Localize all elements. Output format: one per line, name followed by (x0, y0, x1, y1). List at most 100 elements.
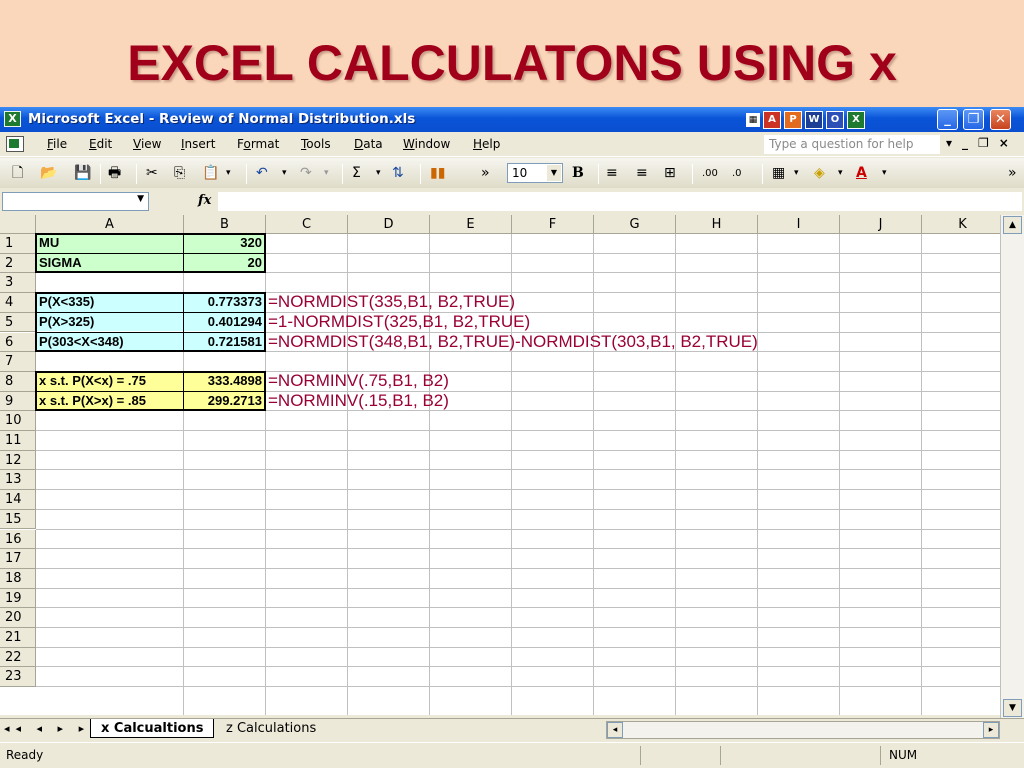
name-box[interactable]: ▼ (2, 192, 149, 211)
column-header-c[interactable]: C (266, 215, 348, 234)
minimize-button[interactable]: _ (937, 109, 958, 130)
align-left-icon[interactable]: ≡ (606, 165, 618, 182)
menu-item-window[interactable]: Window (396, 137, 457, 151)
tab-x-calculations[interactable]: x Calcualtions (90, 719, 215, 738)
font-size-dropdown-icon[interactable]: ▼ (547, 165, 561, 181)
cell-b1[interactable]: 320 (184, 234, 265, 253)
fill-color-dropdown-icon[interactable]: ▾ (838, 165, 843, 182)
row-header-11[interactable]: 11 (0, 431, 36, 451)
cell-a6[interactable]: P(303<X<348) (36, 332, 183, 352)
fill-color-icon[interactable]: ◈ (814, 165, 825, 182)
row-header-9[interactable]: 9 (0, 391, 36, 412)
cell-b8[interactable]: 333.4898 (184, 371, 265, 391)
align-right-icon[interactable]: ≡ (636, 165, 648, 182)
autosum-icon[interactable]: Σ (352, 165, 361, 182)
column-header-b[interactable]: B (184, 215, 266, 234)
undo-dropdown-icon[interactable]: ▾ (282, 165, 287, 182)
row-header-5[interactable]: 5 (0, 312, 36, 333)
font-color-dropdown-icon[interactable]: ▾ (882, 165, 887, 182)
row-header-3[interactable]: 3 (0, 273, 36, 294)
powerpoint-icon[interactable]: P (784, 110, 802, 129)
row-header-22[interactable]: 22 (0, 647, 36, 668)
doc-close-button[interactable]: × (999, 136, 1009, 150)
borders-icon[interactable]: ▦ (772, 165, 785, 182)
workbook-icon[interactable] (6, 136, 24, 152)
merge-center-icon[interactable]: ⊞ (664, 165, 676, 182)
paste-dropdown-icon[interactable]: ▾ (226, 165, 231, 182)
ask-dropdown-icon[interactable]: ▾ (946, 136, 952, 150)
font-color-icon[interactable]: A (856, 165, 867, 182)
menu-item-insert[interactable]: Insert (174, 137, 222, 151)
cell-b9[interactable]: 299.2713 (184, 391, 265, 411)
toolbar-options-icon-2[interactable]: » (1008, 165, 1017, 182)
cut-icon[interactable]: ✂ (146, 165, 158, 182)
copy-icon[interactable]: ⎘ (174, 165, 185, 182)
cell-b4[interactable]: 0.773373 (184, 293, 265, 312)
column-header-h[interactable]: H (676, 215, 758, 234)
scroll-left-icon[interactable]: ◂ (607, 722, 623, 738)
row-header-18[interactable]: 18 (0, 568, 36, 589)
restore-button[interactable]: ❐ (963, 109, 984, 130)
sheet-nav-buttons[interactable]: ◂◂ ◂ ▸ ▸▸ (4, 722, 102, 735)
insert-function-icon[interactable]: fx (198, 193, 211, 208)
row-header-10[interactable]: 10 (0, 411, 36, 431)
column-header-g[interactable]: G (594, 215, 676, 234)
open-icon[interactable]: 📂 (40, 165, 57, 182)
row-header-8[interactable]: 8 (0, 371, 36, 392)
doc-minimize-button[interactable]: _ (962, 136, 968, 150)
cell-a1[interactable]: MU (36, 234, 183, 253)
undo-icon[interactable]: ↶ (256, 165, 268, 182)
row-header-1[interactable]: 1 (0, 234, 36, 254)
worksheet-grid[interactable]: A B C D E F G H I J K 1 2 3 4 5 6 7 8 9 10 11 12 13 14 15 16 17 18 19… (0, 215, 1000, 715)
menu-item-edit[interactable]: Edit (82, 137, 119, 151)
menu-item-view[interactable]: View (126, 137, 168, 151)
decrease-decimal-icon[interactable]: .0 (732, 165, 742, 182)
paste-icon[interactable]: 📋 (202, 165, 219, 182)
row-header-21[interactable]: 21 (0, 628, 36, 648)
font-size-select[interactable]: 10 ▼ (507, 163, 563, 183)
autosum-dropdown-icon[interactable]: ▾ (376, 165, 381, 182)
scroll-right-icon[interactable]: ▸ (983, 722, 999, 738)
column-header-d[interactable]: D (348, 215, 430, 234)
app-icon-1[interactable]: ▦ (746, 112, 760, 127)
row-header-7[interactable]: 7 (0, 352, 36, 372)
menu-item-tools[interactable]: Tools (294, 137, 338, 151)
access-icon[interactable]: A (763, 110, 781, 129)
excel-icon[interactable]: X (4, 111, 21, 127)
row-header-2[interactable]: 2 (0, 253, 36, 274)
column-header-k[interactable]: K (922, 215, 1000, 234)
outlook-icon[interactable]: O (826, 110, 844, 129)
excel-app-icon[interactable]: X (847, 110, 865, 129)
column-header-e[interactable]: E (430, 215, 512, 234)
chart-wizard-icon[interactable]: ▮▮ (430, 165, 445, 182)
cell-a8[interactable]: x s.t. P(X<x) = .75 (36, 371, 183, 391)
cell-a4[interactable]: P(X<335) (36, 293, 183, 312)
menu-item-data[interactable]: Data (347, 137, 390, 151)
vertical-scroll-thumb[interactable] (1003, 235, 1022, 695)
cell-b2[interactable]: 20 (184, 253, 265, 273)
scroll-down-icon[interactable]: ▼ (1003, 699, 1022, 717)
row-header-14[interactable]: 14 (0, 490, 36, 510)
column-header-j[interactable]: J (840, 215, 922, 234)
row-header-12[interactable]: 12 (0, 450, 36, 471)
row-header-15[interactable]: 15 (0, 509, 36, 530)
borders-dropdown-icon[interactable]: ▾ (794, 165, 799, 182)
row-header-16[interactable]: 16 (0, 529, 36, 550)
menu-item-file[interactable]: File (40, 137, 74, 151)
menu-item-format[interactable]: Format (230, 137, 286, 151)
doc-restore-button[interactable]: ❐ (978, 136, 989, 150)
word-icon[interactable]: W (805, 110, 823, 129)
sort-ascending-icon[interactable]: ⇅ (392, 165, 404, 182)
row-header-23[interactable]: 23 (0, 667, 36, 688)
row-header-19[interactable]: 19 (0, 588, 36, 609)
row-header-20[interactable]: 20 (0, 608, 36, 628)
row-header-6[interactable]: 6 (0, 332, 36, 353)
cell-a5[interactable]: P(X>325) (36, 312, 183, 332)
cell-b6[interactable]: 0.721581 (184, 332, 265, 352)
column-header-i[interactable]: I (758, 215, 840, 234)
redo-dropdown-icon[interactable]: ▾ (324, 165, 329, 182)
close-button[interactable]: ✕ (990, 109, 1011, 130)
formula-input[interactable] (218, 192, 1022, 211)
row-header-4[interactable]: 4 (0, 293, 36, 313)
column-header-a[interactable]: A (36, 215, 184, 234)
